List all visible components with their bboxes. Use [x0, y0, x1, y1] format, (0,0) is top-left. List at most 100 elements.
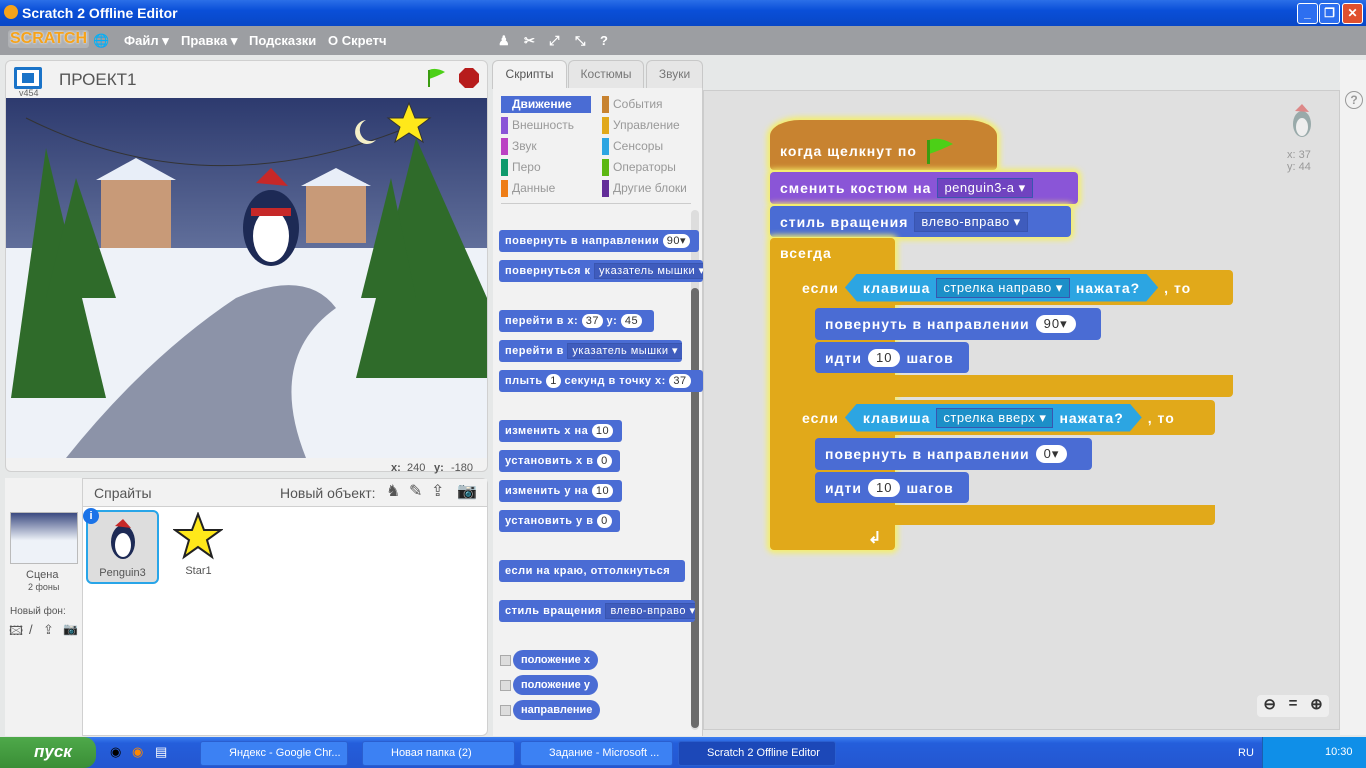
category-6[interactable]: Перо — [501, 159, 591, 176]
category-5[interactable]: Сенсоры — [602, 138, 692, 155]
task-folder[interactable]: Новая папка (2) — [362, 741, 515, 766]
menu-bar: SCRATCH 🌐 Файл ▾ Правка ▾ Подсказки О Ск… — [0, 26, 1366, 55]
block-point-in-direction[interactable]: повернуть в направлении 90▾ — [815, 308, 1101, 340]
category-1[interactable]: События — [602, 96, 692, 113]
block-set-y[interactable]: установить у в 0 — [499, 510, 620, 532]
block-point-in-direction[interactable]: повернуть в направлении 90▾ — [499, 230, 699, 252]
zoom-in-icon[interactable]: ⊕ — [1310, 695, 1323, 717]
checkbox-direction[interactable] — [500, 705, 511, 716]
upload-sprite-icon[interactable]: ⇪ — [431, 481, 444, 501]
paint-backdrop-icon[interactable]: / — [29, 622, 33, 637]
block-if-right[interactable]: если клавиша стрелка направо ▾ нажата?, то — [792, 270, 1233, 305]
task-scratch[interactable]: Scratch 2 Offline Editor — [678, 741, 836, 766]
task-chrome[interactable]: Яндекс - Google Chr... — [200, 741, 348, 766]
reporter-x-position[interactable]: положение x — [513, 650, 598, 670]
tab-costumes[interactable]: Костюмы — [568, 60, 644, 89]
star-thumbnail — [171, 511, 225, 560]
zoom-reset-icon[interactable]: = — [1289, 695, 1298, 717]
block-if-up[interactable]: если клавиша стрелка вверх ▾ нажата?, то — [792, 400, 1215, 435]
firefox-quicklaunch-icon[interactable]: ◉ — [132, 744, 143, 760]
category-4[interactable]: Звук — [501, 138, 591, 155]
backdrop-count: 2 фоны — [28, 582, 60, 592]
maximize-button[interactable]: ❐ — [1319, 3, 1340, 24]
task-word[interactable]: Задание - Microsoft ... — [520, 741, 673, 766]
menu-edit[interactable]: Правка ▾ — [181, 33, 237, 49]
paint-sprite-icon[interactable]: ✎ — [409, 481, 422, 501]
minimize-button[interactable]: _ — [1297, 3, 1318, 24]
block-switch-costume[interactable]: сменить костюм на penguin3-a ▾ — [770, 172, 1078, 204]
fullscreen-icon[interactable] — [14, 67, 42, 89]
tab-scripts[interactable]: Скрипты — [492, 60, 567, 89]
block-point-in-direction[interactable]: повернуть в направлении 0▾ — [815, 438, 1092, 470]
block-glide[interactable]: плыть 1 секунд в точку x: 37 — [499, 370, 703, 392]
start-button[interactable]: пуск — [0, 737, 96, 768]
sprite-name: Star1 — [185, 565, 212, 577]
mouse-y-label: y: — [434, 462, 444, 474]
green-flag-icon — [926, 138, 953, 164]
language-indicator[interactable]: RU — [1238, 747, 1254, 759]
stage-label: Сцена — [26, 569, 59, 581]
checkbox-y-position[interactable] — [500, 680, 511, 691]
block-change-y[interactable]: изменить у на 10 — [499, 480, 622, 502]
block-go-to-xy[interactable]: перейти в x: 37 y: 45 — [499, 310, 654, 332]
upload-backdrop-icon[interactable]: ⇪ — [43, 622, 54, 638]
block-rotation-style[interactable]: стиль вращения влево-вправо ▾ — [499, 600, 695, 622]
block-point-towards[interactable]: повернуться к указатель мышки ▾ — [499, 260, 703, 282]
zoom-controls: ⊖ = ⊕ — [1257, 695, 1329, 717]
category-0[interactable]: Движение — [501, 96, 591, 113]
block-rotation-style[interactable]: стиль вращения влево-вправо ▾ — [770, 206, 1071, 237]
mouse-x-value: 240 — [407, 462, 426, 474]
menu-tips[interactable]: Подсказки — [249, 33, 316, 48]
camera-sprite-icon[interactable]: 📷 — [457, 481, 477, 501]
green-flag-icon[interactable] — [426, 67, 448, 89]
stage-thumbnail[interactable] — [10, 512, 78, 564]
help-icon[interactable]: ? — [600, 33, 608, 48]
menu-about[interactable]: О Скретч — [328, 33, 387, 48]
block-move-steps[interactable]: идти 10 шагов — [815, 342, 969, 373]
category-7[interactable]: Операторы — [602, 159, 692, 176]
category-2[interactable]: Внешность — [501, 117, 591, 134]
camera-backdrop-icon[interactable]: 📷 — [63, 622, 78, 636]
help-strip — [1340, 60, 1366, 735]
sprite-x: x: 37 — [1287, 149, 1311, 161]
palette-scrollbar-thumb[interactable] — [691, 288, 699, 728]
close-button[interactable]: ✕ — [1342, 3, 1363, 24]
info-icon[interactable]: i — [83, 508, 99, 524]
grow-icon[interactable]: ⤢ — [549, 33, 559, 49]
choose-sprite-icon[interactable]: ♞ — [386, 481, 400, 501]
sprite-tile-star1[interactable]: Star1 — [162, 510, 235, 584]
sprites-title: Спрайты — [94, 485, 152, 501]
reporter-y-position[interactable]: положение y — [513, 675, 598, 695]
menu-file[interactable]: Файл ▾ — [124, 33, 169, 49]
scratch-logo[interactable]: SCRATCH — [8, 30, 90, 48]
window-title: Scratch 2 Offline Editor — [22, 5, 178, 21]
stage-canvas[interactable] — [6, 98, 487, 458]
block-change-x[interactable]: изменить х на 10 — [499, 420, 622, 442]
chrome-quicklaunch-icon[interactable]: ◉ — [110, 744, 121, 760]
tab-sounds[interactable]: Звуки — [646, 60, 703, 89]
checkbox-x-position[interactable] — [500, 655, 511, 666]
shrink-icon[interactable]: ⤡ — [575, 33, 585, 49]
penguin-thumbnail — [111, 519, 135, 559]
app-quicklaunch-icon[interactable]: ▤ — [155, 744, 167, 760]
help-icon[interactable]: ? — [1345, 91, 1363, 109]
mouse-x-label: x: — [391, 462, 401, 474]
category-3[interactable]: Управление — [602, 117, 692, 134]
category-8[interactable]: Данные — [501, 180, 591, 197]
block-bounce[interactable]: если на краю, оттолкнуться — [499, 560, 685, 582]
stop-icon[interactable] — [458, 67, 480, 89]
block-go-to[interactable]: перейти в указатель мышки ▾ — [499, 340, 682, 362]
delete-icon[interactable]: ✂ — [524, 33, 535, 49]
choose-backdrop-icon[interactable]: 🖾 — [9, 622, 23, 644]
block-move-steps[interactable]: идти 10 шагов — [815, 472, 969, 503]
project-name[interactable]: ПРОЕКТ1 — [59, 70, 137, 90]
sensing-key-pressed[interactable]: клавиша стрелка направо ▾ нажата? — [845, 274, 1158, 302]
block-set-x[interactable]: установить х в 0 — [499, 450, 620, 472]
duplicate-icon[interactable]: ♟ — [498, 33, 510, 49]
reporter-direction[interactable]: направление — [513, 700, 601, 720]
block-when-flag-clicked[interactable]: когда щелкнут по — [770, 132, 957, 170]
globe-icon[interactable]: 🌐 — [93, 33, 109, 49]
zoom-out-icon[interactable]: ⊖ — [1263, 695, 1276, 717]
category-9[interactable]: Другие блоки — [602, 180, 692, 197]
sensing-key-pressed[interactable]: клавиша стрелка вверх ▾ нажата? — [845, 404, 1142, 432]
